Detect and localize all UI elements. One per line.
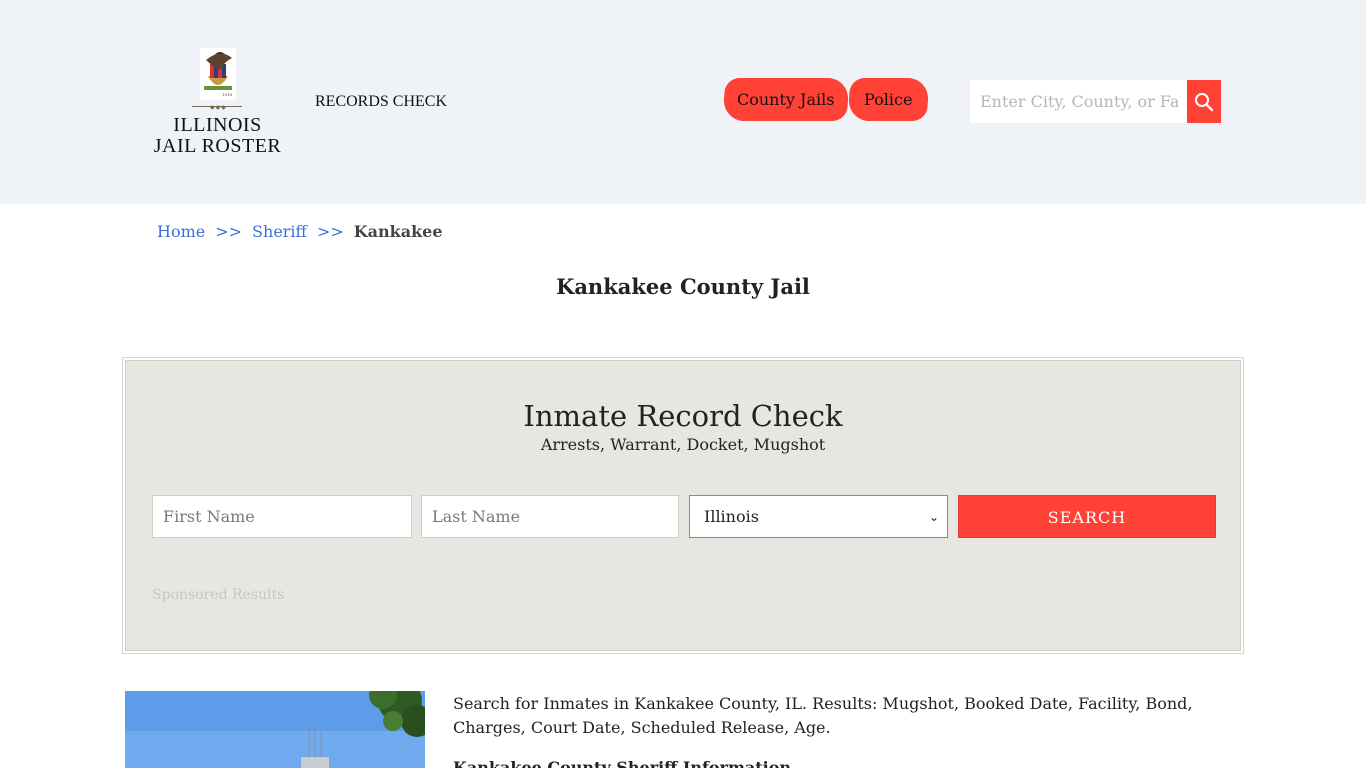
jail-building-photo (125, 691, 425, 768)
records-check-link[interactable]: RECORDS CHECK (315, 93, 447, 111)
breadcrumb-home-link[interactable]: Home (157, 222, 205, 241)
header-search (970, 80, 1221, 123)
nav-county-jails-button[interactable]: County Jails (722, 78, 850, 121)
page-title: Kankakee County Jail (556, 274, 810, 299)
svg-text:1818: 1818 (222, 92, 233, 97)
breadcrumb-separator: >> (316, 222, 344, 241)
sheriff-info-heading: Kankakee County Sheriff Information (453, 758, 792, 768)
site-logo[interactable]: 1818 ◆◆◆ ILLINOIS JAIL ROSTER (150, 44, 285, 164)
record-check-inner: Inmate Record Check Arrests, Warrant, Do… (125, 360, 1241, 651)
first-name-input[interactable] (152, 495, 412, 538)
record-check-subtitle: Arrests, Warrant, Docket, Mugshot (540, 435, 826, 454)
intro-paragraph: Search for Inmates in Kankakee County, I… (453, 694, 1193, 737)
nav-police-button[interactable]: Police (847, 78, 930, 121)
nav-police-label: Police (864, 90, 913, 109)
site-header: 1818 ◆◆◆ ILLINOIS JAIL ROSTER RECORDS CH… (0, 0, 1366, 204)
inmate-record-check-panel: Inmate Record Check Arrests, Warrant, Do… (122, 357, 1244, 654)
record-check-title: Inmate Record Check (523, 399, 843, 433)
state-select-value: Illinois (704, 507, 759, 526)
breadcrumb-separator: >> (215, 222, 243, 241)
breadcrumb: Home >> Sheriff >> Kankakee (157, 222, 443, 241)
logo-text-title: JAIL ROSTER (153, 135, 282, 157)
breadcrumb-current: Kankakee (353, 222, 443, 241)
jail-photo-image (125, 691, 425, 768)
record-search-button[interactable]: SEARCH (958, 495, 1216, 538)
state-select[interactable]: Illinois ⌄ (689, 495, 948, 538)
city-county-search-input[interactable] (970, 80, 1188, 123)
last-name-input[interactable] (421, 495, 679, 538)
search-icon (1195, 92, 1214, 111)
chevron-down-icon: ⌄ (928, 509, 939, 524)
sponsored-results-label: Sponsored Results (152, 587, 285, 603)
breadcrumb-sheriff-link[interactable]: Sheriff (252, 222, 307, 241)
nav-county-jails-label: County Jails (737, 90, 835, 109)
header-search-button[interactable] (1187, 80, 1221, 123)
logo-text-state: ILLINOIS (173, 114, 262, 136)
illinois-seal-icon: 1818 (200, 48, 236, 100)
logo-dots: ◆◆◆ (210, 104, 227, 111)
